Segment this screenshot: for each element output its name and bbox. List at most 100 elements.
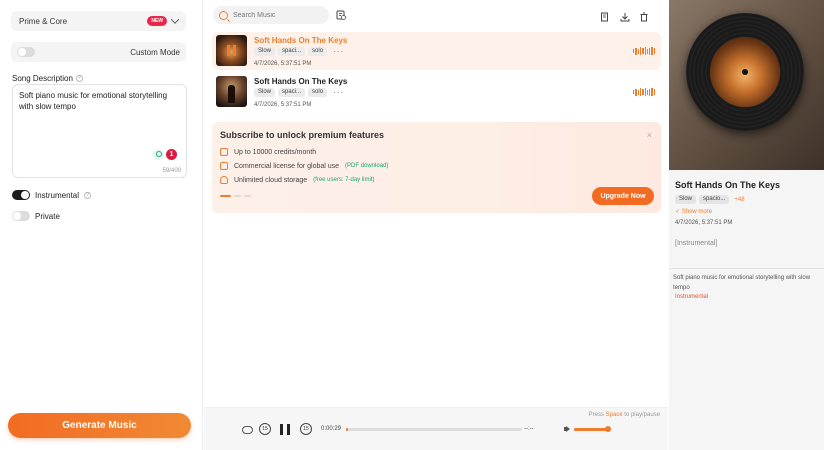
vinyl-hole xyxy=(742,69,748,75)
private-row: Private xyxy=(12,211,60,221)
search-input[interactable] xyxy=(233,11,323,19)
feature-note: (PDF download) xyxy=(345,163,389,169)
hint-suffix: to play/pause xyxy=(624,412,660,418)
track-cover[interactable] xyxy=(216,76,247,107)
show-more-label: Show more xyxy=(681,209,713,215)
tag: spaci... xyxy=(278,47,306,56)
search-bar xyxy=(213,6,329,24)
tag: spacio... xyxy=(699,195,730,204)
detail-style-tag: Instrumental xyxy=(675,294,709,300)
more-options-icon[interactable]: ··· xyxy=(333,88,344,96)
download-icon[interactable] xyxy=(620,12,630,22)
model-select[interactable]: Prime & Core NEW xyxy=(11,11,186,31)
instrumental-toggle[interactable] xyxy=(12,190,30,200)
track-tags: Slow spaci... solo ··· xyxy=(254,88,344,97)
forward-15-button[interactable]: 15 xyxy=(300,423,312,435)
song-description-label: Song Description xyxy=(12,74,73,83)
delete-icon[interactable] xyxy=(639,12,649,22)
track-item[interactable]: Soft Hands On The Keys Slow spaci... sol… xyxy=(212,73,661,111)
detail-tags: Slow spacio... +48 xyxy=(675,195,745,204)
carousel-dot[interactable] xyxy=(234,195,241,197)
upgrade-now-button[interactable]: Upgrade Now xyxy=(592,187,654,205)
track-cover[interactable] xyxy=(216,35,247,66)
music-list-panel: Soft Hands On The Keys Slow spaci... sol… xyxy=(204,0,668,450)
track-tags: Slow spaci... solo ··· xyxy=(254,47,344,56)
grammar-check-icon[interactable] xyxy=(153,149,164,160)
document-icon xyxy=(220,162,228,170)
description-tools: 1 xyxy=(153,149,177,160)
album-art xyxy=(669,0,824,170)
left-panel: Prime & Core NEW Custom Mode Song Descri… xyxy=(0,0,203,450)
book-icon[interactable] xyxy=(600,12,610,22)
track-title[interactable]: Soft Hands On The Keys xyxy=(254,36,347,45)
track-date: 4/7/2026, 5:37:51 PM xyxy=(254,102,312,108)
total-time: --:-- xyxy=(524,426,534,432)
promo-feature: Unlimited cloud storage (free users: 7-d… xyxy=(220,176,375,184)
help-icon[interactable]: ? xyxy=(75,75,83,82)
promo-title: Subscribe to unlock premium features xyxy=(220,130,385,140)
track-item[interactable]: Soft Hands On The Keys Slow spaci... sol… xyxy=(212,32,661,70)
instrumental-row: Instrumental ? xyxy=(12,190,92,200)
more-options-icon[interactable]: ··· xyxy=(333,47,344,55)
search-icon xyxy=(219,10,228,20)
close-icon[interactable]: × xyxy=(647,130,652,140)
volume-knob[interactable] xyxy=(605,426,612,432)
cover-figure xyxy=(228,85,235,103)
progress-fill xyxy=(346,428,348,431)
promo-feature: Commercial license for global use (PDF d… xyxy=(220,162,388,170)
tag: spaci... xyxy=(278,88,306,97)
pause-icon[interactable] xyxy=(227,45,236,56)
carousel-dot[interactable] xyxy=(220,195,231,197)
hint-prefix: Press xyxy=(588,412,604,418)
pause-button[interactable] xyxy=(280,424,290,435)
carousel-dot[interactable] xyxy=(244,195,251,197)
waveform-icon xyxy=(633,88,655,96)
private-toggle[interactable] xyxy=(12,211,30,221)
custom-mode-row: Custom Mode xyxy=(11,42,186,62)
generate-music-button[interactable]: Generate Music xyxy=(8,413,191,438)
new-badge: NEW xyxy=(147,16,167,26)
show-more-link[interactable]: ✓ Show more xyxy=(675,208,712,215)
playback-hint: Press Space to play/pause xyxy=(589,412,660,418)
volume-fill xyxy=(574,428,609,431)
detail-title: Soft Hands On The Keys xyxy=(675,180,781,190)
feature-note: (free users: 7-day limit) xyxy=(313,177,375,183)
progress-bar[interactable] xyxy=(346,428,522,431)
subscription-promo: Subscribe to unlock premium features × U… xyxy=(212,122,661,213)
help-icon[interactable]: ? xyxy=(84,191,92,199)
vinyl-record-image xyxy=(686,13,804,131)
volume-icon[interactable] xyxy=(564,426,572,432)
promo-feature: Up to 10000 credits/month xyxy=(220,148,316,156)
character-counter: 59/400 xyxy=(162,168,181,174)
hint-key: Space xyxy=(605,412,623,418)
custom-mode-label: Custom Mode xyxy=(130,47,180,57)
model-label: Prime & Core xyxy=(19,16,68,26)
carousel-dots xyxy=(220,195,251,197)
feature-text: Commercial license for global use xyxy=(234,162,340,170)
rewind-15-button[interactable]: 15 xyxy=(259,423,271,435)
instrumental-label: Instrumental xyxy=(35,190,80,200)
detail-description: Soft piano music for emotional storytell… xyxy=(673,275,811,291)
song-description-text[interactable]: Soft piano music for emotional storytell… xyxy=(19,90,179,112)
tag: solo xyxy=(308,47,328,56)
repeat-icon[interactable] xyxy=(242,426,253,434)
song-description-input[interactable]: Soft piano music for emotional storytell… xyxy=(12,84,187,178)
feature-text: Unlimited cloud storage xyxy=(234,176,308,184)
playlist-add-icon[interactable] xyxy=(336,10,346,20)
cloud-icon xyxy=(220,176,228,184)
extra-tags-count[interactable]: +48 xyxy=(734,197,744,203)
credits-icon xyxy=(220,148,228,156)
track-title[interactable]: Soft Hands On The Keys xyxy=(254,77,347,86)
volume-slider[interactable] xyxy=(574,426,612,432)
error-count-badge[interactable]: 1 xyxy=(166,149,177,160)
player-bar: Press Space to play/pause 15 15 0:00:29 … xyxy=(204,407,668,450)
tag: Slow xyxy=(254,88,276,97)
tag: Slow xyxy=(254,47,276,56)
playing-waveform-icon xyxy=(633,47,655,55)
current-time: 0:00:29 xyxy=(321,426,342,432)
check-icon: ✓ xyxy=(675,209,681,215)
custom-mode-toggle[interactable] xyxy=(17,47,35,57)
private-label: Private xyxy=(35,211,60,221)
track-date: 4/7/2026, 5:37:51 PM xyxy=(254,61,312,67)
detail-lyrics: [Instrumental] xyxy=(675,240,718,247)
